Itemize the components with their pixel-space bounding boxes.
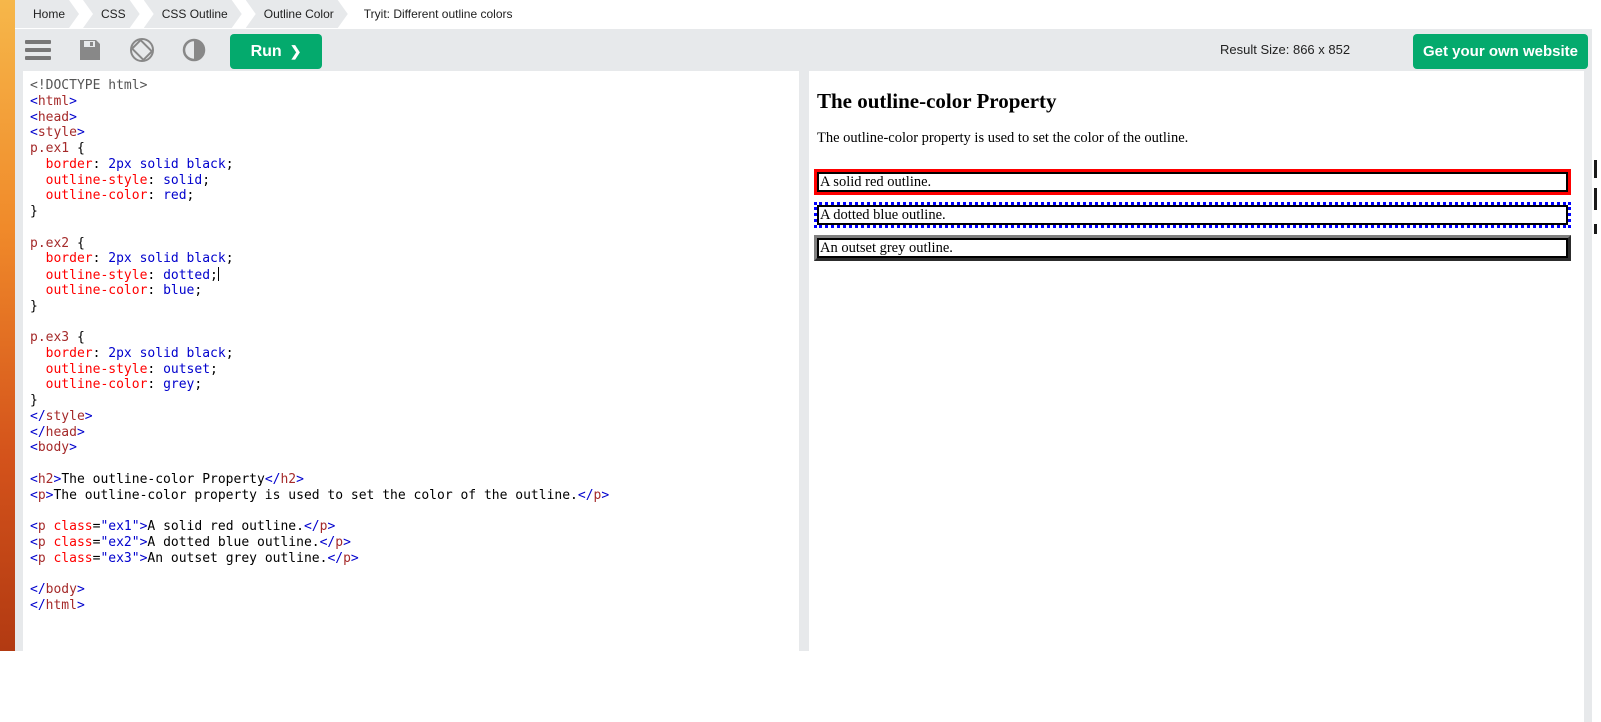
- rotate-icon[interactable]: [127, 35, 157, 65]
- code-line[interactable]: outline-color: blue;: [30, 283, 609, 299]
- code-line[interactable]: }: [30, 393, 609, 409]
- code-line[interactable]: outline-style: solid;: [30, 173, 609, 189]
- code-line[interactable]: <head>: [30, 110, 609, 126]
- code-line[interactable]: </body>: [30, 582, 609, 598]
- code-line[interactable]: </head>: [30, 425, 609, 441]
- tryit-editor-window: Home CSS CSS Outline Outline Color Tryit…: [15, 0, 1592, 722]
- code-line[interactable]: <h2>The outline-color Property</h2>: [30, 472, 609, 488]
- scrollbar[interactable]: [1584, 142, 1592, 722]
- code-line[interactable]: }: [30, 204, 609, 220]
- code-line[interactable]: <p class="ex1">A solid red outline.</p>: [30, 519, 609, 535]
- menu-icon[interactable]: [23, 35, 53, 65]
- breadcrumb-item-home[interactable]: Home: [15, 0, 79, 28]
- result-intro: The outline-color property is used to se…: [817, 130, 1189, 146]
- result-size: Result Size: 866 x 852: [1220, 42, 1351, 57]
- run-button-label: Run: [250, 43, 282, 60]
- code-line[interactable]: border: 2px solid black;: [30, 251, 609, 267]
- editor-panes: <!DOCTYPE html> <html> <head> <style> p.ex1 …: [15, 71, 1592, 722]
- code-line[interactable]: <body>: [30, 440, 609, 456]
- code-line[interactable]: </style>: [30, 409, 609, 425]
- code-line[interactable]: border: 2px solid black;: [30, 346, 609, 362]
- desktop-wallpaper-left: [0, 0, 15, 651]
- breadcrumb: Home CSS CSS Outline Outline Color Tryit…: [15, 0, 1592, 28]
- run-button[interactable]: Run ❯: [230, 34, 322, 69]
- code-line[interactable]: <p class="ex3">An outset grey outline.</…: [30, 551, 609, 567]
- code-line[interactable]: <html>: [30, 94, 609, 110]
- result-ex2-paragraph: A dotted blue outline.: [814, 201, 1571, 228]
- code-text[interactable]: <!DOCTYPE html> <html> <head> <style> p.ex1 …: [30, 78, 609, 614]
- code-line[interactable]: [30, 220, 609, 236]
- code-line[interactable]: <!DOCTYPE html>: [30, 78, 609, 94]
- code-line[interactable]: }: [30, 299, 609, 315]
- result-content: The outline-color Property The outline-c…: [814, 71, 1571, 261]
- code-line[interactable]: [30, 456, 609, 472]
- get-own-website-button[interactable]: Get your own website: [1413, 34, 1588, 69]
- result-ex1-paragraph: A solid red outline.: [814, 168, 1571, 195]
- code-line[interactable]: <p class="ex2">A dotted blue outline.</p…: [30, 535, 609, 551]
- code-line[interactable]: p.ex2 {: [30, 236, 609, 252]
- result-frame: The outline-color Property The outline-c…: [809, 71, 1584, 651]
- contrast-icon[interactable]: [179, 35, 209, 65]
- code-line[interactable]: </html>: [30, 598, 609, 614]
- code-line[interactable]: <p>The outline-color property is used to…: [30, 488, 609, 504]
- code-line[interactable]: p.ex1 {: [30, 141, 609, 157]
- code-line[interactable]: outline-style: dotted;: [30, 267, 609, 283]
- desktop-wallpaper-right: [1592, 0, 1601, 651]
- code-line[interactable]: outline-color: red;: [30, 188, 609, 204]
- chevron-right-icon: ❯: [289, 43, 302, 59]
- toolbar: Run ❯ Result Size: 866 x 852 Get your own…: [15, 29, 1592, 71]
- result-heading: The outline-color Property: [817, 89, 1057, 113]
- code-line[interactable]: [30, 566, 609, 582]
- code-line[interactable]: <style>: [30, 125, 609, 141]
- breadcrumb-item-css[interactable]: CSS: [83, 0, 140, 28]
- breadcrumb-current: Tryit: Different outline colors: [363, 7, 513, 21]
- code-line[interactable]: outline-color: grey;: [30, 377, 609, 393]
- pane-divider[interactable]: [799, 71, 809, 651]
- result-ex3-paragraph: An outset grey outline.: [814, 234, 1571, 261]
- code-line[interactable]: [30, 503, 609, 519]
- breadcrumb-item-css-outline[interactable]: CSS Outline: [144, 0, 242, 28]
- code-editor[interactable]: <!DOCTYPE html> <html> <head> <style> p.ex1 …: [23, 71, 799, 651]
- code-line[interactable]: outline-style: outset;: [30, 362, 609, 378]
- breadcrumb-item-outline-color[interactable]: Outline Color: [246, 0, 348, 28]
- code-line[interactable]: [30, 314, 609, 330]
- code-line[interactable]: p.ex3 {: [30, 330, 609, 346]
- text-cursor: [217, 267, 219, 281]
- save-icon[interactable]: [75, 35, 105, 65]
- code-line[interactable]: border: 2px solid black;: [30, 157, 609, 173]
